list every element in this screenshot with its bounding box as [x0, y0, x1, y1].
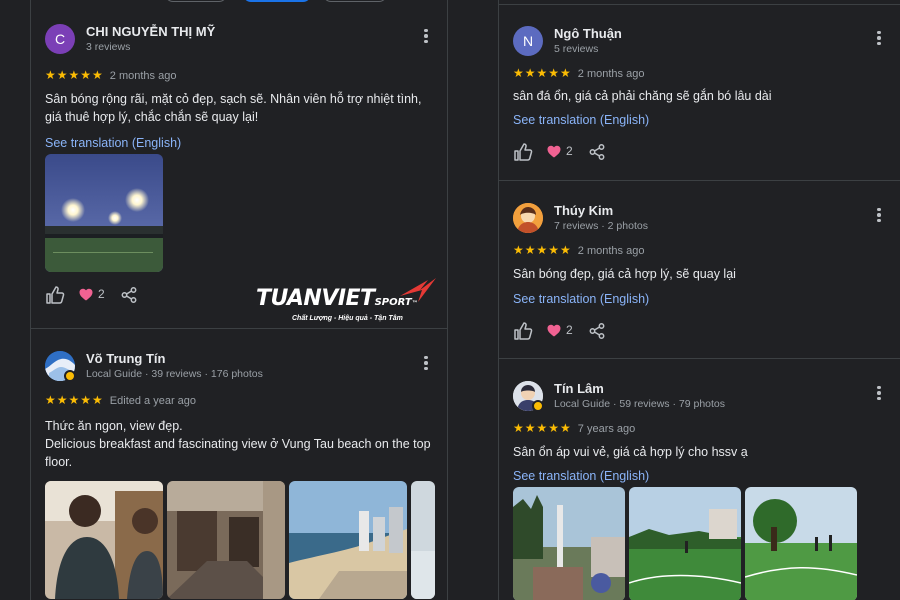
see-translation-link[interactable]: See translation (English): [513, 469, 649, 483]
more-vert-icon[interactable]: [419, 352, 433, 374]
review-header: Thúy Kim 7 reviews · 2 photos: [513, 203, 886, 235]
reviewer-name[interactable]: Tín Lâm: [554, 381, 604, 396]
star-rating: ★★★★★: [513, 66, 572, 80]
review-photo[interactable]: [45, 154, 163, 272]
review-text: Sân bóng đẹp, giá cả hợp lý, sẽ quay lại: [513, 267, 736, 281]
review-text-line: Thức ăn ngon, view đẹp.: [45, 419, 183, 433]
heart-reaction[interactable]: 2: [547, 323, 573, 337]
star-rating: ★★★★★: [513, 421, 572, 435]
star-rating: ★★★★★: [513, 243, 572, 257]
reviewer-name[interactable]: Ngô Thuận: [554, 26, 622, 41]
review-date: Edited a year ago: [109, 395, 197, 407]
review-actions: 2: [45, 286, 155, 306]
more-vert-icon[interactable]: [872, 382, 886, 404]
reviews-column-right: N Ngô Thuận 5 reviews ★★★★★ 2 months ago …: [498, 0, 900, 600]
avatar[interactable]: N: [513, 26, 543, 56]
local-guide-badge-icon: [64, 370, 76, 382]
review-text: Sân bóng rộng rãi, mặt cỏ đẹp, sạch sẽ. …: [45, 92, 422, 124]
review-photos: [45, 154, 165, 272]
review-photo[interactable]: [629, 487, 741, 600]
reviewer-meta: Local Guide · 59 reviews · 79 photos: [554, 398, 726, 410]
review-header: Tín Lâm Local Guide · 59 reviews · 79 ph…: [513, 381, 886, 413]
avatar[interactable]: [513, 203, 543, 233]
reviewer-name[interactable]: CHI NGUYỄN THỊ MỸ: [86, 24, 215, 39]
heart-icon: [547, 145, 561, 157]
review-photo[interactable]: [411, 481, 435, 599]
reviewer-name[interactable]: Võ Trung Tín: [86, 351, 165, 366]
heart-count: 2: [566, 144, 573, 158]
share-icon[interactable]: [121, 287, 137, 308]
divider: [499, 4, 900, 5]
review-card: Võ Trung Tín Local Guide · 39 reviews · …: [31, 328, 447, 600]
review-card: N Ngô Thuận 5 reviews ★★★★★ 2 months ago …: [499, 24, 900, 180]
logo-text: TUANVIETSPORT™: [256, 286, 418, 311]
more-vert-icon[interactable]: [419, 25, 433, 47]
review-photo[interactable]: [513, 487, 625, 600]
reviewer-name[interactable]: Thúy Kim: [554, 203, 613, 218]
review-header: N Ngô Thuận 5 reviews: [513, 26, 886, 58]
review-photos: [45, 481, 435, 599]
see-translation-link[interactable]: See translation (English): [513, 292, 649, 306]
heart-count: 2: [98, 287, 105, 301]
review-date: 7 years ago: [577, 423, 636, 435]
reviews-column-left: C CHI NGUYỄN THỊ MỸ 3 reviews ★★★★★ 2 mon…: [30, 0, 448, 600]
more-vert-icon[interactable]: [872, 204, 886, 226]
review-photos: [513, 487, 873, 600]
heart-reaction[interactable]: 2: [547, 144, 573, 158]
rating-row: ★★★★★ 7 years ago: [513, 419, 636, 435]
rating-row: ★★★★★ 2 months ago: [45, 66, 177, 82]
review-header: Võ Trung Tín Local Guide · 39 reviews · …: [45, 351, 433, 383]
reviewer-meta: 7 reviews · 2 photos: [554, 220, 648, 232]
see-translation-link[interactable]: See translation (English): [45, 136, 181, 150]
review-text: Thức ăn ngon, view đẹp. Delicious breakf…: [45, 417, 433, 471]
share-icon[interactable]: [589, 144, 605, 165]
star-rating: ★★★★★: [45, 68, 104, 82]
heart-icon: [79, 288, 93, 300]
review-header: C CHI NGUYỄN THỊ MỸ 3 reviews: [45, 24, 433, 56]
review-photo[interactable]: [289, 481, 407, 599]
review-date: 2 months ago: [577, 245, 645, 257]
thumb-up-icon[interactable]: [45, 286, 65, 309]
review-photo[interactable]: [167, 481, 285, 599]
review-text-line: Delicious breakfast and fascinating view…: [45, 437, 431, 469]
review-date: 2 months ago: [577, 68, 645, 80]
heart-icon: [547, 324, 561, 336]
logo-tagline: Chất Lượng - Hiệu quả - Tận Tâm: [292, 315, 403, 322]
review-card: Thúy Kim 7 reviews · 2 photos ★★★★★ 2 mon…: [499, 180, 900, 358]
review-date: 2 months ago: [109, 70, 177, 82]
rating-row: ★★★★★ 2 months ago: [513, 241, 645, 257]
thumb-up-icon[interactable]: [513, 322, 533, 345]
logo-swoosh-icon: [398, 276, 438, 309]
local-guide-badge-icon: [532, 400, 544, 412]
review-text: Sân ổn áp vui vẻ, giá cả hợp lý cho hssv…: [513, 445, 748, 459]
review-text: sân đá ổn, giá cả phải chăng sẽ gắn bó l…: [513, 89, 772, 103]
review-actions: 2: [513, 322, 623, 342]
heart-reaction[interactable]: 2: [79, 287, 105, 301]
share-icon[interactable]: [589, 323, 605, 344]
star-rating: ★★★★★: [45, 393, 104, 407]
review-photo[interactable]: [745, 487, 857, 600]
see-translation-link[interactable]: See translation (English): [513, 113, 649, 127]
more-vert-icon[interactable]: [872, 27, 886, 49]
avatar[interactable]: C: [45, 24, 75, 54]
review-photo[interactable]: [45, 481, 163, 599]
rating-row: ★★★★★ Edited a year ago: [45, 391, 197, 407]
reviewer-meta: 5 reviews: [554, 43, 599, 55]
reviewer-meta: 3 reviews: [86, 41, 131, 53]
heart-count: 2: [566, 323, 573, 337]
reviewer-meta: Local Guide · 39 reviews · 176 photos: [86, 368, 263, 380]
thumb-up-icon[interactable]: [513, 143, 533, 166]
review-actions: 2: [513, 143, 623, 163]
review-card: Tín Lâm Local Guide · 59 reviews · 79 ph…: [499, 358, 900, 600]
rating-row: ★★★★★ 2 months ago: [513, 64, 645, 80]
tuanviet-sport-logo: TUANVIETSPORT™ Chất Lượng - Hiệu quả - T…: [256, 276, 446, 326]
